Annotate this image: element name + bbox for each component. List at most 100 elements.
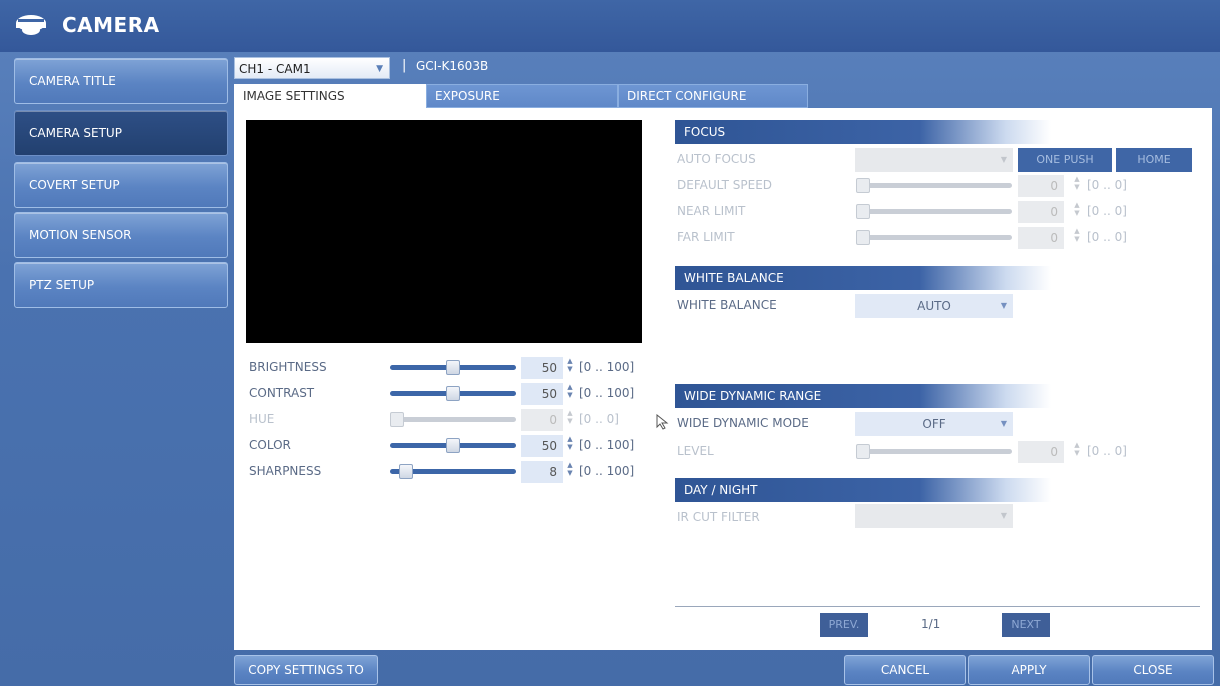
far-limit-slider[interactable] — [856, 230, 1012, 245]
pager-divider — [675, 606, 1200, 607]
slider-handle[interactable] — [399, 464, 413, 479]
tab-exposure[interactable]: EXPOSURE — [426, 84, 618, 108]
far-limit-range: [0 .. 0] — [1087, 230, 1127, 244]
brightness-stepper[interactable]: 50 — [521, 357, 563, 379]
close-button[interactable]: CLOSE — [1092, 655, 1214, 685]
stepper-arrows-icon[interactable]: ▲ ▼ — [1072, 175, 1082, 197]
near-limit-stepper[interactable]: 0 — [1018, 201, 1064, 223]
camera-icon — [16, 15, 46, 35]
contrast-stepper[interactable]: 50 — [521, 383, 563, 405]
stepper-arrows-icon[interactable]: ▲ ▼ — [565, 409, 575, 431]
chevron-down-icon: ▼ — [1000, 419, 1007, 428]
contrast-slider[interactable] — [390, 386, 516, 401]
stepper-arrows-icon[interactable]: ▲ ▼ — [565, 461, 575, 483]
slider-handle[interactable] — [856, 444, 870, 459]
level-slider[interactable] — [856, 444, 1012, 459]
home-button[interactable]: HOME — [1116, 148, 1192, 172]
sidebar-item-camera-title[interactable]: CAMERA TITLE — [14, 58, 228, 104]
color-stepper[interactable]: 50 — [521, 435, 563, 457]
slider-handle[interactable] — [856, 204, 870, 219]
stepper-arrows-icon[interactable]: ▲ ▼ — [1072, 201, 1082, 223]
tab-direct-configure[interactable]: DIRECT CONFIGURE — [618, 84, 808, 108]
sharpness-stepper[interactable]: 8 — [521, 461, 563, 483]
color-range: [0 .. 100] — [579, 438, 635, 452]
hue-slider[interactable] — [390, 412, 516, 427]
title-bar: CAMERA — [0, 0, 1220, 52]
brightness-slider[interactable] — [390, 360, 516, 375]
channel-select-value: CH1 - CAM1 — [239, 62, 311, 76]
default-speed-stepper[interactable]: 0 — [1018, 175, 1064, 197]
sharpness-range: [0 .. 100] — [579, 464, 635, 478]
cancel-button[interactable]: CANCEL — [844, 655, 966, 685]
settings-panel: BRIGHTNESS 50 ▲ ▼ [0 .. 100] CONTRAST 50 ▲… — [234, 108, 1212, 650]
auto-focus-dropdown[interactable]: ▼ — [855, 148, 1013, 172]
slider-handle[interactable] — [446, 438, 460, 453]
chevron-down-icon: ▼ — [1000, 155, 1007, 164]
separator: | — [402, 58, 407, 73]
ir-cut-filter-dropdown[interactable]: ▼ — [855, 504, 1013, 528]
sharpness-label: SHARPNESS — [249, 464, 322, 478]
sidebar-item-covert-setup[interactable]: COVERT SETUP — [14, 162, 228, 208]
level-stepper[interactable]: 0 — [1018, 441, 1064, 463]
stepper-arrows-icon[interactable]: ▲ ▼ — [565, 435, 575, 457]
near-limit-range: [0 .. 0] — [1087, 204, 1127, 218]
channel-select[interactable]: CH1 - CAM1 ▼ — [234, 57, 390, 79]
contrast-label: CONTRAST — [249, 386, 315, 400]
brightness-range: [0 .. 100] — [579, 360, 635, 374]
prev-button[interactable]: PREV. — [820, 613, 868, 637]
default-speed-label: DEFAULT SPEED — [677, 178, 773, 192]
hue-stepper[interactable]: 0 — [521, 409, 563, 431]
stepper-arrows-icon[interactable]: ▲ ▼ — [565, 357, 575, 379]
sharpness-slider[interactable] — [390, 464, 516, 479]
slider-handle[interactable] — [446, 386, 460, 401]
brightness-label: BRIGHTNESS — [249, 360, 327, 374]
sidebar-item-label: COVERT SETUP — [29, 178, 120, 192]
camera-model: GCI-K1603B — [416, 59, 489, 73]
slider-handle[interactable] — [856, 178, 870, 193]
chevron-down-icon: ▼ — [1000, 511, 1007, 520]
sidebar-item-camera-setup[interactable]: CAMERA SETUP — [14, 110, 228, 156]
auto-focus-label: AUTO FOCUS — [677, 152, 756, 166]
contrast-range: [0 .. 100] — [579, 386, 635, 400]
default-speed-range: [0 .. 0] — [1087, 178, 1127, 192]
color-slider[interactable] — [390, 438, 516, 453]
sidebar-item-label: CAMERA TITLE — [29, 74, 116, 88]
slider-handle[interactable] — [856, 230, 870, 245]
stepper-arrows-icon[interactable]: ▲ ▼ — [1072, 227, 1082, 249]
wdr-header: WIDE DYNAMIC RANGE — [675, 384, 1051, 408]
hue-range: [0 .. 0] — [579, 412, 619, 426]
far-limit-stepper[interactable]: 0 — [1018, 227, 1064, 249]
near-limit-slider[interactable] — [856, 204, 1012, 219]
level-range: [0 .. 0] — [1087, 444, 1127, 458]
default-speed-slider[interactable] — [856, 178, 1012, 193]
focus-header: FOCUS — [675, 120, 1051, 144]
slider-handle[interactable] — [446, 360, 460, 375]
wdr-mode-value: OFF — [922, 417, 946, 431]
apply-button[interactable]: APPLY — [968, 655, 1090, 685]
tab-image-settings[interactable]: IMAGE SETTINGS — [234, 84, 426, 110]
sidebar-item-label: PTZ SETUP — [29, 278, 95, 292]
stepper-arrows-icon[interactable]: ▲ ▼ — [1072, 441, 1082, 463]
white-balance-dropdown[interactable]: AUTO ▼ — [855, 294, 1013, 318]
mouse-cursor-icon — [656, 414, 669, 430]
page-title: CAMERA — [62, 13, 160, 37]
day-night-header: DAY / NIGHT — [675, 478, 1051, 502]
one-push-button[interactable]: ONE PUSH — [1018, 148, 1112, 172]
chevron-down-icon: ▼ — [376, 64, 383, 74]
ir-cut-filter-label: IR CUT FILTER — [677, 510, 760, 524]
sidebar-item-motion-sensor[interactable]: MOTION SENSOR — [14, 212, 228, 258]
next-button[interactable]: NEXT — [1002, 613, 1050, 637]
slider-handle[interactable] — [390, 412, 404, 427]
level-label: LEVEL — [677, 444, 714, 458]
chevron-down-icon: ▼ — [1000, 301, 1007, 310]
white-balance-value: AUTO — [917, 299, 951, 313]
near-limit-label: NEAR LIMIT — [677, 204, 746, 218]
white-balance-label: WHITE BALANCE — [677, 298, 777, 312]
wdr-mode-dropdown[interactable]: OFF ▼ — [855, 412, 1013, 436]
hue-label: HUE — [249, 412, 275, 426]
color-label: COLOR — [249, 438, 291, 452]
sidebar-item-ptz-setup[interactable]: PTZ SETUP — [14, 262, 228, 308]
stepper-arrows-icon[interactable]: ▲ ▼ — [565, 383, 575, 405]
copy-settings-button[interactable]: COPY SETTINGS TO — [234, 655, 378, 685]
far-limit-label: FAR LIMIT — [677, 230, 735, 244]
